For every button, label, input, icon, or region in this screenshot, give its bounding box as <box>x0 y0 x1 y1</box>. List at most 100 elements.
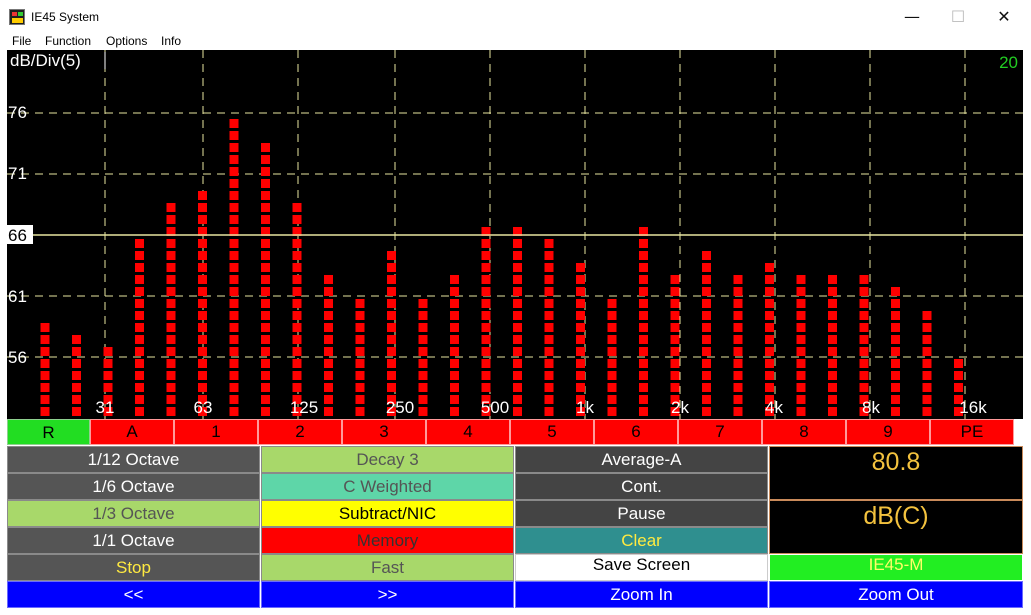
menu-file[interactable]: File <box>12 34 31 48</box>
pause-button[interactable]: Pause <box>515 500 768 527</box>
bar-segment <box>166 287 176 296</box>
bar-segment <box>387 323 396 332</box>
bar-segment <box>355 335 365 344</box>
model-button[interactable]: IE45-M <box>769 554 1023 581</box>
band-button-a[interactable]: A <box>90 419 174 445</box>
bar-segment <box>229 239 239 248</box>
scale-label: dB/Div(5) <box>10 51 81 70</box>
bar-segment <box>765 335 774 344</box>
bar-segment <box>670 371 680 380</box>
band-button-9[interactable]: 9 <box>846 419 930 445</box>
band-button-3[interactable]: 3 <box>342 419 426 445</box>
bar-segment <box>828 395 837 404</box>
bar-segment <box>733 323 743 332</box>
bar-segment <box>261 203 270 212</box>
bar-segment <box>166 263 176 272</box>
bar-segment <box>229 383 239 392</box>
octave-1-1-button[interactable]: 1/1 Octave <box>7 527 260 554</box>
bar-segment <box>261 407 270 416</box>
bar-segment <box>261 155 270 164</box>
band-button-pe[interactable]: PE <box>930 419 1014 445</box>
bar-segment <box>324 299 333 308</box>
decay-button[interactable]: Decay 3 <box>261 446 514 473</box>
bar-segment <box>702 299 711 308</box>
band-button-6[interactable]: 6 <box>594 419 678 445</box>
octave-1-6-button[interactable]: 1/6 Octave <box>7 473 260 500</box>
bar-segment <box>828 359 837 368</box>
menu-function[interactable]: Function <box>45 34 91 48</box>
bar-segment <box>135 311 144 320</box>
c-weighted-button[interactable]: C Weighted <box>261 473 514 500</box>
bar-segment <box>198 371 207 380</box>
zoom-in-button[interactable]: Zoom In <box>515 581 768 608</box>
menu-options[interactable]: Options <box>106 34 147 48</box>
bar-segment <box>513 311 522 320</box>
band-button-2[interactable]: 2 <box>258 419 342 445</box>
octave-1-3-button[interactable]: 1/3 Octave <box>7 500 260 527</box>
band-button-r[interactable]: R <box>7 419 90 445</box>
minimize-button[interactable]: — <box>889 0 935 34</box>
zoom-out-button[interactable]: Zoom Out <box>769 581 1023 608</box>
menu-info[interactable]: Info <box>161 34 181 48</box>
next-button[interactable]: >> <box>261 581 514 608</box>
save-screen-button[interactable]: Save Screen <box>515 554 768 581</box>
bar-segment <box>639 263 648 272</box>
spectrum-bar <box>639 227 648 416</box>
bar-segment <box>450 347 459 356</box>
spectrum-bar <box>229 119 239 416</box>
bar-segment <box>292 203 302 212</box>
bar-segment <box>670 275 680 284</box>
close-button[interactable]: ✕ <box>981 0 1027 34</box>
title-bar: IE45 System — ☐ ✕ <box>0 0 1031 34</box>
cont-button[interactable]: Cont. <box>515 473 768 500</box>
average-a-button[interactable]: Average-A <box>515 446 768 473</box>
band-button-1[interactable]: 1 <box>174 419 258 445</box>
bar-segment <box>922 395 932 404</box>
bar-segment <box>229 155 239 164</box>
previous-button[interactable]: << <box>7 581 260 608</box>
bar-segment <box>355 395 365 404</box>
bar-segment <box>639 395 648 404</box>
bar-segment <box>670 347 680 356</box>
bar-segment <box>261 311 270 320</box>
clear-button[interactable]: Clear <box>515 527 768 554</box>
subtract-nic-button[interactable]: Subtract/NIC <box>261 500 514 527</box>
bar-segment <box>103 359 113 368</box>
bar-segment <box>450 287 459 296</box>
bar-segment <box>135 407 144 416</box>
bar-segment <box>859 347 869 356</box>
bar-segment <box>796 395 806 404</box>
bar-segment <box>828 383 837 392</box>
maximize-button[interactable]: ☐ <box>935 0 981 34</box>
band-button-8[interactable]: 8 <box>762 419 846 445</box>
bar-segment <box>135 323 144 332</box>
bar-segment <box>229 311 239 320</box>
bar-segment <box>229 287 239 296</box>
bar-segment <box>639 275 648 284</box>
bar-segment <box>576 299 585 308</box>
bar-segment <box>733 299 743 308</box>
bar-segment <box>198 251 207 260</box>
bar-segment <box>544 383 554 392</box>
bar-segment <box>576 311 585 320</box>
band-button-7[interactable]: 7 <box>678 419 762 445</box>
bar-segment <box>828 311 837 320</box>
fast-button[interactable]: Fast <box>261 554 514 581</box>
band-button-4[interactable]: 4 <box>426 419 510 445</box>
unit-readout: dB(C) <box>769 500 1023 554</box>
octave-1-12-button[interactable]: 1/12 Octave <box>7 446 260 473</box>
bar-segment <box>135 395 144 404</box>
stop-button[interactable]: Stop <box>7 554 260 581</box>
memory-button[interactable]: Memory <box>261 527 514 554</box>
bar-segment <box>418 335 428 344</box>
spectrum-display: 76 71 66 61 56 dB/Div(5) 20 31 63 125 25… <box>7 50 1023 419</box>
band-button-5[interactable]: 5 <box>510 419 594 445</box>
bar-segment <box>607 299 617 308</box>
bar-segment <box>481 323 491 332</box>
bar-segment <box>387 299 396 308</box>
bar-segment <box>450 275 459 284</box>
bar-segment <box>513 323 522 332</box>
y-label: 61 <box>8 287 27 306</box>
bar-segment <box>513 407 522 416</box>
bar-segment <box>418 347 428 356</box>
